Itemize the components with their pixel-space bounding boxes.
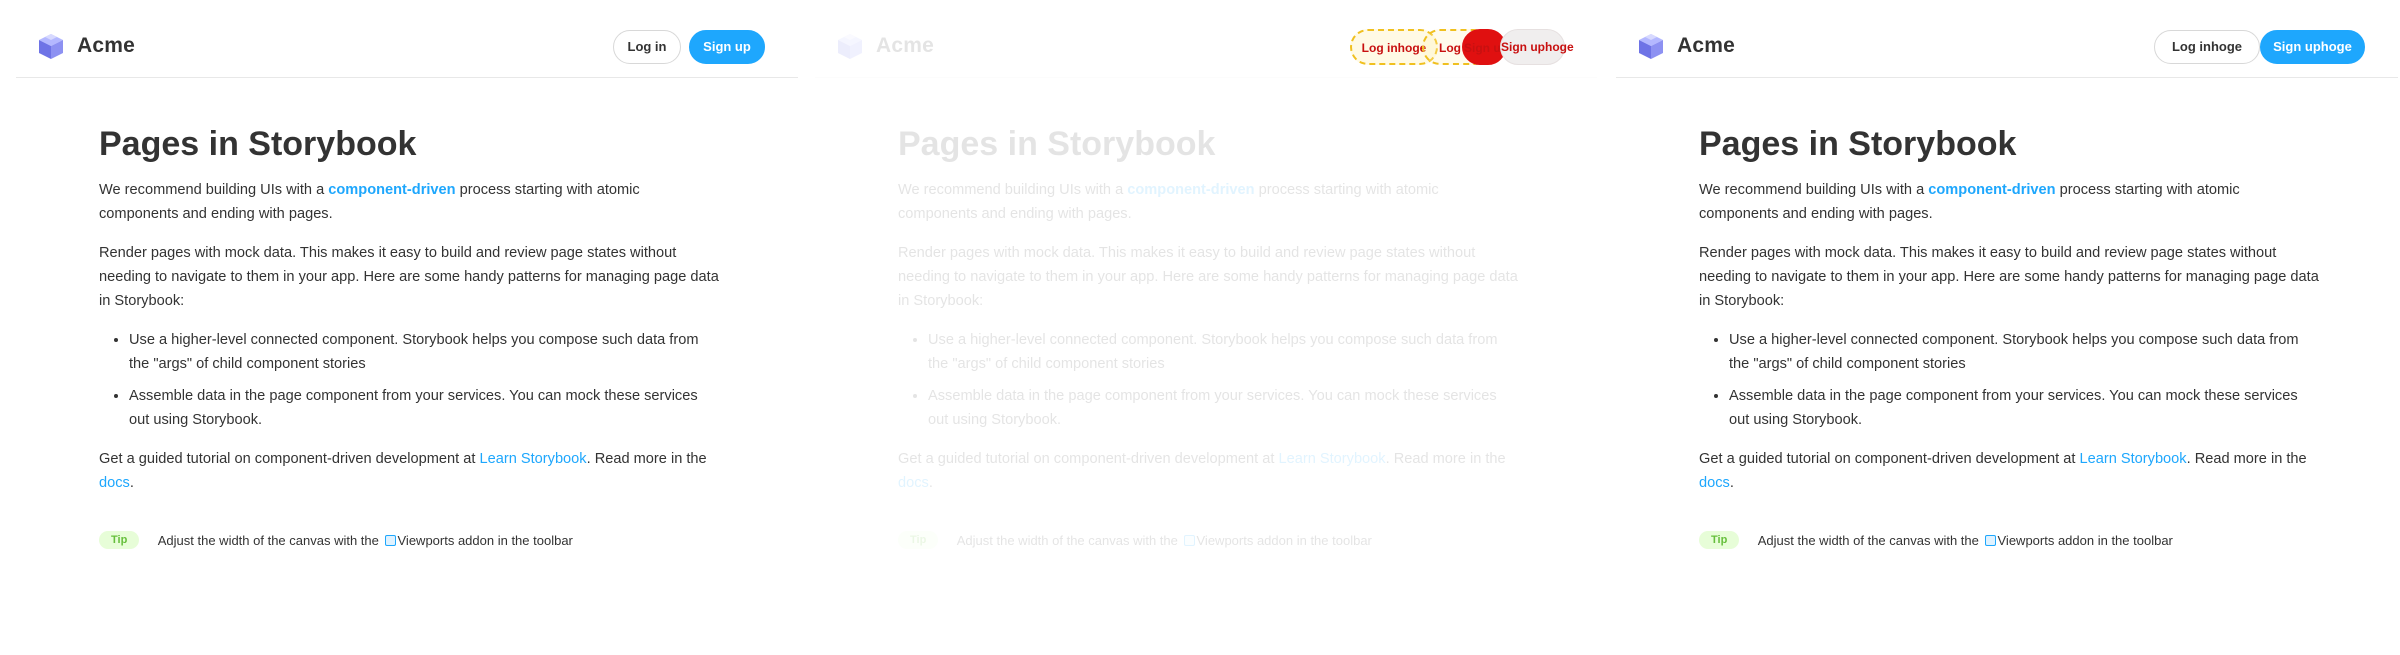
render-paragraph: Render pages with mock data. This makes … xyxy=(99,245,719,309)
tip-text-before: Adjust the width of the canvas with the xyxy=(1757,532,1983,548)
tutorial-text-end: . xyxy=(1729,475,1734,491)
list-item: Assemble data in the page component from… xyxy=(1729,384,2319,432)
learn-storybook-link[interactable]: Learn Storybook xyxy=(1279,451,1386,467)
list-item: Use a higher-level connected component. … xyxy=(129,328,719,376)
site-header: Acme Log in Sign up xyxy=(16,0,798,78)
acme-logo-icon xyxy=(39,34,63,59)
render-paragraph: Render pages with mock data. This makes … xyxy=(1699,245,2319,309)
learn-storybook-link[interactable]: Learn Storybook xyxy=(480,451,587,467)
tip-row: Tip Adjust the width of the canvas with … xyxy=(1699,531,2173,551)
tip-text-after: Viewports addon in the toolbar xyxy=(397,532,573,548)
pattern-list: Use a higher-level connected component. … xyxy=(1729,328,2319,432)
pattern-list: Use a higher-level connected component. … xyxy=(129,328,719,432)
tip-text-after: Viewports addon in the toolbar xyxy=(1196,532,1372,548)
tutorial-text-middle: . Read more in the xyxy=(2186,451,2307,467)
tutorial-text-end: . xyxy=(928,475,933,491)
acme-logo-icon xyxy=(838,34,862,59)
component-driven-link[interactable]: component-driven xyxy=(1127,182,1254,198)
docs-link[interactable]: docs xyxy=(99,475,130,491)
tip-row: Tip Adjust the width of the canvas with … xyxy=(898,531,1372,551)
tutorial-text-middle: . Read more in the xyxy=(1385,451,1506,467)
brand-name: Acme xyxy=(77,34,135,57)
tip-badge: Tip xyxy=(1699,531,1740,549)
list-item: Use a higher-level connected component. … xyxy=(928,328,1518,376)
list-item: Assemble data in the page component from… xyxy=(928,384,1518,432)
brand-name: Acme xyxy=(1677,34,1735,57)
story-panel-variant: Acme Log inhoge Sign uphoge Pages in Sto… xyxy=(1616,0,2398,655)
viewports-icon xyxy=(1984,534,1996,546)
tutorial-paragraph: Get a guided tutorial on component-drive… xyxy=(898,447,1518,495)
list-item: Use a higher-level connected component. … xyxy=(1729,328,2319,376)
page-title: Pages in Storybook xyxy=(99,125,417,163)
tutorial-text-end: . xyxy=(129,475,134,491)
page-title: Pages in Storybook xyxy=(898,125,1216,163)
tutorial-text-before: Get a guided tutorial on component-drive… xyxy=(898,451,1279,467)
docs-link[interactable]: docs xyxy=(1699,475,1730,491)
tip-text-after: Viewports addon in the toolbar xyxy=(1997,532,2173,548)
page-content: Pages in Storybook We recommend building… xyxy=(1699,124,2319,510)
page-content: Pages in Storybook We recommend building… xyxy=(898,124,1518,510)
pattern-list: Use a higher-level connected component. … xyxy=(928,328,1518,432)
tip-text: Adjust the width of the canvas with the … xyxy=(158,533,573,548)
login-button[interactable]: Log in xyxy=(613,30,681,64)
learn-storybook-link[interactable]: Learn Storybook xyxy=(2080,451,2187,467)
login-button[interactable]: Log inhoge xyxy=(2154,30,2260,64)
tutorial-paragraph: Get a guided tutorial on component-drive… xyxy=(99,447,719,495)
intro-text-before: We recommend building UIs with a xyxy=(99,182,329,198)
viewports-icon xyxy=(384,534,396,546)
intro-paragraph: We recommend building UIs with a compone… xyxy=(1699,178,2319,226)
intro-paragraph: We recommend building UIs with a compone… xyxy=(898,178,1518,226)
intro-text-before: We recommend building UIs with a xyxy=(898,182,1128,198)
intro-paragraph: We recommend building UIs with a compone… xyxy=(99,178,719,226)
site-header: Acme Log inhoge Sign uphoge xyxy=(1616,0,2398,78)
render-paragraph: Render pages with mock data. This makes … xyxy=(898,245,1518,309)
signup-button[interactable]: Sign up xyxy=(689,30,765,64)
docs-link[interactable]: docs xyxy=(898,475,929,491)
viewports-icon xyxy=(1183,534,1195,546)
story-panel-default: Acme Log in Sign up Pages in Storybook W… xyxy=(16,0,798,655)
tutorial-text-middle: . Read more in the xyxy=(586,451,707,467)
brand-name: Acme xyxy=(876,34,934,57)
tip-text-before: Adjust the width of the canvas with the xyxy=(157,532,383,548)
tutorial-text-before: Get a guided tutorial on component-drive… xyxy=(1699,451,2080,467)
highlight-signup-variant-button[interactable]: Sign uphoge xyxy=(1500,29,1574,65)
tip-text: Adjust the width of the canvas with the … xyxy=(957,533,1372,548)
page-title: Pages in Storybook xyxy=(1699,125,2017,163)
tutorial-text-before: Get a guided tutorial on component-drive… xyxy=(99,451,480,467)
highlight-overlay: Log inhoge Log in Sign up Sign uphoge xyxy=(1350,29,1574,65)
tutorial-paragraph: Get a guided tutorial on component-drive… xyxy=(1699,447,2319,495)
story-panel-highlighted: Acme Pages in Storybook We recommend bui… xyxy=(815,0,1597,655)
list-item: Assemble data in the page component from… xyxy=(129,384,719,432)
acme-logo-icon xyxy=(1639,34,1663,59)
component-driven-link[interactable]: component-driven xyxy=(328,182,455,198)
page-content: Pages in Storybook We recommend building… xyxy=(99,124,719,510)
signup-button[interactable]: Sign uphoge xyxy=(2260,30,2365,64)
intro-text-before: We recommend building UIs with a xyxy=(1699,182,1929,198)
tip-badge: Tip xyxy=(99,531,140,549)
tip-text-before: Adjust the width of the canvas with the xyxy=(956,532,1182,548)
tip-text: Adjust the width of the canvas with the … xyxy=(1758,533,2173,548)
tip-row: Tip Adjust the width of the canvas with … xyxy=(99,531,573,551)
tip-badge: Tip xyxy=(898,531,939,549)
component-driven-link[interactable]: component-driven xyxy=(1928,182,2055,198)
